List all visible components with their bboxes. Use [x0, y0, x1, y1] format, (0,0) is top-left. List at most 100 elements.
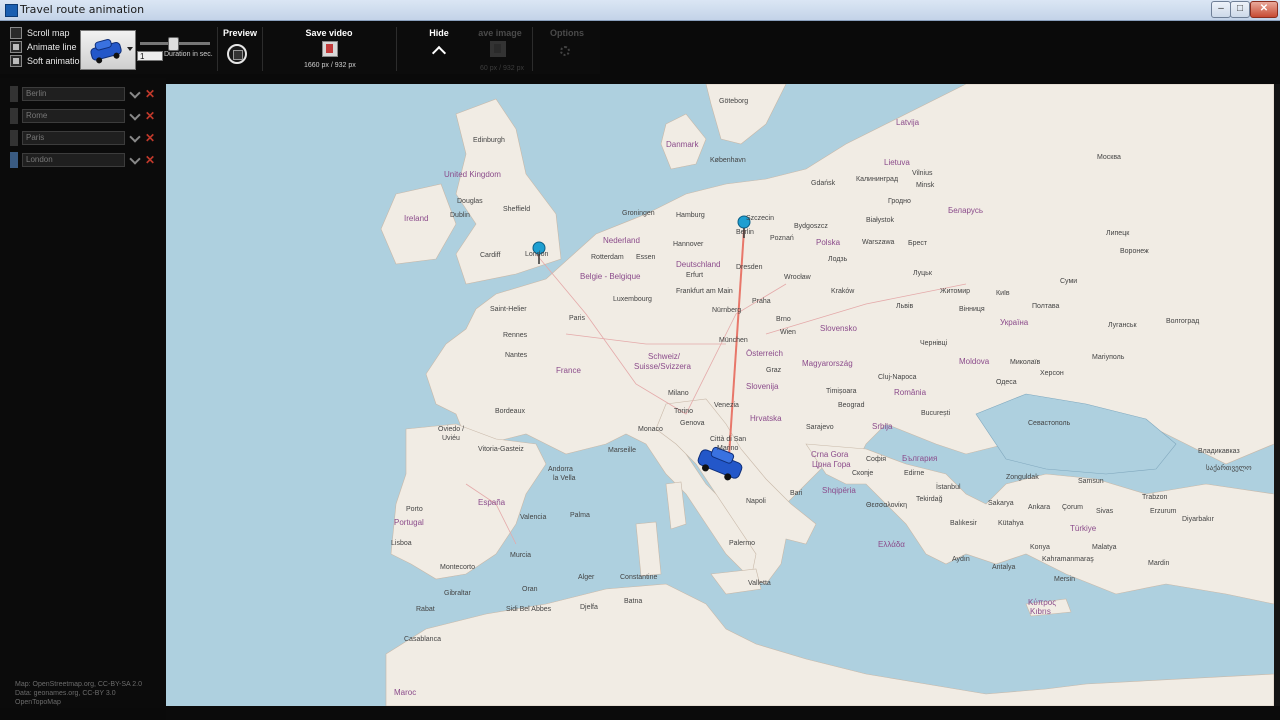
map-label: Città di San — [710, 436, 747, 443]
map-land-svg — [380, 84, 1274, 706]
chevron-down-icon[interactable] — [129, 86, 141, 99]
map-label: Andorra — [548, 466, 573, 473]
scroll-map-checkbox[interactable] — [10, 26, 22, 39]
map-label: Marino — [717, 445, 739, 452]
stop-row[interactable]: Rome ✕ — [10, 108, 155, 124]
map-label: Гродно — [888, 198, 911, 205]
chevron-down-icon[interactable] — [129, 152, 141, 165]
chevron-down-icon[interactable] — [129, 130, 141, 143]
map-label: Oran — [522, 586, 538, 593]
close-button[interactable]: ✕ — [1250, 1, 1278, 18]
stops-panel — [0, 78, 166, 708]
map-label: Калининград — [856, 176, 899, 183]
map-label: Brno — [776, 316, 791, 323]
map-label: Oviedo / — [438, 426, 465, 433]
map-label: Graz — [766, 367, 782, 374]
stop-drag-handle[interactable] — [10, 86, 18, 102]
remove-stop-icon[interactable]: ✕ — [145, 88, 155, 100]
map-label: Białystok — [866, 217, 895, 224]
chevron-down-icon[interactable] — [129, 108, 141, 121]
map-view[interactable]: Göteborg Edinburgh Danmark København Lat… — [166, 84, 1274, 706]
map-label: Cluj-Napoca — [878, 374, 917, 381]
stop-name-field[interactable]: Paris — [22, 131, 125, 145]
duration-input[interactable]: 1 — [137, 51, 163, 61]
map-label: Москва — [1097, 154, 1121, 161]
stop-drag-handle[interactable] — [10, 152, 18, 168]
land-shape — [705, 84, 787, 145]
land-shape — [385, 583, 1274, 706]
map-label: Lietuva — [884, 158, 910, 167]
map-label: Shqipëria — [822, 486, 856, 495]
map-label: Ankara — [1028, 504, 1051, 511]
map-label: Dublin — [450, 212, 470, 219]
save-image-button[interactable] — [490, 41, 506, 57]
hide-label: Hide — [429, 28, 449, 38]
soft-animation-checkbox[interactable] — [10, 54, 22, 67]
vehicle-selector-button[interactable] — [80, 30, 136, 70]
stop-name-field[interactable]: Rome — [22, 109, 125, 123]
map-label: Uviéu — [442, 435, 460, 442]
remove-stop-icon[interactable]: ✕ — [145, 110, 155, 122]
map-label: Kahramanmaraş — [1042, 556, 1094, 563]
map-label: Monaco — [638, 426, 663, 433]
map-label: Mardin — [1148, 560, 1170, 567]
map-label: Луганськ — [1108, 322, 1137, 329]
map-label: Valencia — [520, 514, 547, 521]
remove-stop-icon[interactable]: ✕ — [145, 132, 155, 144]
stop-name-field[interactable]: London — [22, 153, 125, 167]
window-title: Travel route animation — [20, 3, 145, 16]
map-label: Κύπρος — [1028, 598, 1057, 607]
credit-line: OpenTopoMap — [15, 699, 61, 706]
map-label: Saint-Helier — [490, 306, 527, 313]
stop-name-field[interactable]: Berlin — [22, 87, 125, 101]
map-label: Beograd — [838, 402, 865, 409]
map-label: London — [525, 251, 549, 258]
maximize-button[interactable]: □ — [1230, 1, 1250, 18]
map-label: Rotterdam — [591, 254, 624, 261]
preview-button[interactable] — [227, 44, 247, 64]
map-label: Timișoara — [826, 388, 857, 395]
map-label: Миколаїв — [1010, 359, 1041, 366]
map-label: Poznań — [770, 235, 794, 242]
map-label: Portugal — [394, 518, 424, 527]
map-label: Belgie - Belgique — [580, 272, 641, 281]
animate-line-option[interactable]: Animate line — [10, 40, 77, 53]
animate-line-checkbox[interactable] — [10, 40, 22, 53]
map-label: Zonguldak — [1006, 474, 1039, 481]
stop-row[interactable]: London ✕ — [10, 152, 155, 168]
stop-row[interactable]: Berlin ✕ — [10, 86, 155, 102]
map-label: Luxembourg — [613, 296, 652, 303]
stop-drag-handle[interactable] — [10, 130, 18, 146]
map-label: Göteborg — [719, 98, 749, 105]
map-label: Antalya — [992, 564, 1016, 571]
map-label: Kıbrıs — [1030, 607, 1051, 616]
map-label: Edinburgh — [473, 137, 505, 144]
scroll-map-option[interactable]: Scroll map — [10, 26, 70, 39]
map-label: Türkiye — [1070, 524, 1097, 533]
save-video-button[interactable] — [322, 41, 338, 57]
map-label: Erfurt — [686, 272, 704, 279]
remove-stop-icon[interactable]: ✕ — [145, 154, 155, 166]
map-label: Gibraltar — [444, 590, 471, 597]
map-label: Cardiff — [480, 252, 501, 259]
map-label: Tekirdağ — [916, 496, 943, 503]
map-label: România — [894, 388, 927, 397]
minimize-button[interactable]: – — [1211, 1, 1231, 18]
map-label: Київ — [996, 290, 1010, 297]
soft-animation-option[interactable]: Soft animation — [10, 54, 85, 67]
map-label: Deutschland — [676, 260, 721, 269]
map-vertical-scrollbar[interactable] — [1274, 84, 1280, 706]
map-label: Österreich — [746, 349, 783, 358]
gear-icon[interactable] — [560, 46, 570, 56]
map-label: Suisse/Svizzera — [634, 362, 691, 371]
save-image-size: 60 px / 932 px — [480, 65, 524, 72]
stop-row[interactable]: Paris ✕ — [10, 130, 155, 146]
map-label: საქართველო — [1206, 465, 1252, 472]
duration-slider-thumb[interactable] — [168, 37, 179, 51]
map-label: Essen — [636, 254, 656, 261]
stop-drag-handle[interactable] — [10, 108, 18, 124]
map-label: Bydgoszcz — [794, 223, 828, 230]
app-icon — [5, 4, 18, 17]
map-label: Constantine — [620, 574, 658, 581]
map-label: Slovenija — [746, 382, 779, 391]
